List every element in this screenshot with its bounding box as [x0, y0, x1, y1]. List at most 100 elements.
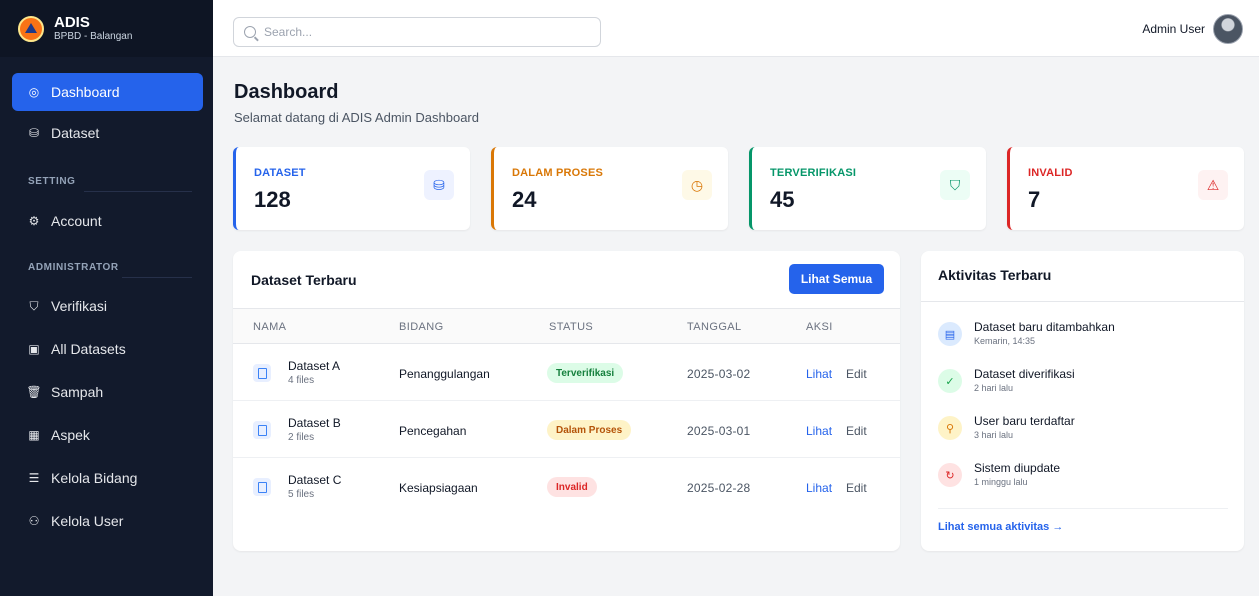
search-icon — [244, 26, 256, 38]
section-divider — [84, 191, 192, 192]
edit-link[interactable]: Edit — [846, 424, 867, 438]
stat-card-dataset[interactable]: DATASET 128 ⛁ — [233, 147, 470, 230]
database-icon: ⛁ — [424, 170, 454, 200]
dataset-bidang: Kesiapsiagaan — [399, 481, 478, 495]
view-link[interactable]: Lihat — [806, 367, 832, 381]
status-badge: Invalid — [547, 477, 597, 497]
activity-time: Kemarin, 14:35 — [974, 336, 1036, 346]
column-header: BIDANG — [399, 321, 444, 333]
sidebar: ADIS BPBD - Balangan ◎ Dashboard ⛁ Datas… — [0, 0, 213, 596]
activity-item[interactable]: ↻ Sistem diupdate 1 minggu lalu — [938, 461, 1228, 501]
sidebar-item-label: Kelola User — [51, 513, 124, 529]
gear-icon: ⚙ — [28, 214, 40, 228]
recent-activity-card: Aktivitas Terbaru ▤ Dataset baru ditamba… — [921, 251, 1244, 551]
sidebar-item-sampah[interactable]: 🗑 Sampah — [12, 373, 203, 411]
activity-item[interactable]: ✓ Dataset diverifikasi 2 hari lalu — [938, 367, 1228, 407]
file-icon — [253, 478, 271, 496]
sidebar-item-dashboard[interactable]: ◎ Dashboard — [12, 73, 203, 111]
file-icon: ▤ — [938, 322, 962, 346]
activity-title: Dataset diverifikasi — [974, 367, 1075, 381]
sidebar-item-aspek[interactable]: ▦ Aspek — [12, 416, 203, 454]
divider — [921, 301, 1244, 302]
activity-item[interactable]: ⚲ User baru terdaftar 3 hari lalu — [938, 414, 1228, 454]
dataset-files: 4 files — [288, 375, 315, 386]
brand-title: ADIS — [54, 13, 90, 31]
recent-datasets-card: Dataset Terbaru Lihat Semua NAMA BIDANG … — [233, 251, 900, 551]
clipboard-icon: ▣ — [28, 342, 40, 356]
sidebar-item-dataset[interactable]: ⛁ Dataset — [12, 114, 203, 152]
activity-title: Dataset baru ditambahkan — [974, 320, 1115, 334]
sidebar-item-label: Aspek — [51, 427, 90, 443]
gauge-icon: ◎ — [28, 85, 40, 99]
stat-label: TERVERIFIKASI — [770, 167, 857, 179]
page-title: Dashboard — [234, 81, 339, 103]
dataset-date: 2025-03-01 — [687, 424, 751, 438]
shield-icon: ⛉ — [29, 299, 39, 313]
clock-icon: ◷ — [682, 170, 712, 200]
column-header: AKSI — [806, 321, 833, 333]
column-header: TANGGAL — [687, 321, 742, 333]
sidebar-item-label: All Datasets — [51, 341, 126, 357]
dataset-files: 2 files — [288, 432, 315, 443]
sidebar-item-account[interactable]: ⚙ Account — [12, 202, 203, 240]
column-header: NAMA — [253, 321, 287, 333]
card-title: Aktivitas Terbaru — [938, 267, 1052, 283]
view-link[interactable]: Lihat — [806, 481, 832, 495]
stat-card-invalid[interactable]: INVALID 7 ⚠ — [1007, 147, 1244, 230]
stat-card-terverifikasi[interactable]: TERVERIFIKASI 45 ⛉ — [749, 147, 986, 230]
stat-label: INVALID — [1028, 167, 1073, 179]
sidebar-item-all-datasets[interactable]: ▣ All Datasets — [12, 330, 203, 368]
check-icon: ✓ — [938, 369, 962, 393]
table-row[interactable]: Dataset B 2 files Pencegahan Dalam Prose… — [233, 401, 900, 458]
edit-link[interactable]: Edit — [846, 481, 867, 495]
sidebar-item-label: Kelola Bidang — [51, 470, 138, 486]
sidebar-item-kelola-user[interactable]: ⚇ Kelola User — [12, 502, 203, 540]
bpbd-logo-icon — [18, 15, 44, 42]
user-plus-icon: ⚲ — [938, 416, 962, 440]
activity-title: Sistem diupdate — [974, 461, 1061, 475]
search-box[interactable] — [233, 17, 601, 47]
file-icon — [253, 364, 271, 382]
sidebar-item-label: Verifikasi — [51, 298, 108, 314]
page-subtitle: Selamat datang di ADIS Admin Dashboard — [234, 110, 479, 125]
table-header: NAMA BIDANG STATUS TANGGAL AKSI — [233, 308, 900, 344]
stat-value: 7 — [1028, 187, 1041, 212]
users-icon: ⚇ — [28, 514, 40, 528]
activity-item[interactable]: ▤ Dataset baru ditambahkan Kemarin, 14:3… — [938, 320, 1228, 360]
edit-link[interactable]: Edit — [846, 367, 867, 381]
avatar[interactable] — [1213, 14, 1243, 44]
table-row[interactable]: Dataset A 4 files Penanggulangan Terveri… — [233, 344, 900, 401]
activity-time: 3 hari lalu — [974, 430, 1014, 440]
shield-icon: ⛉ — [940, 170, 970, 200]
file-icon — [253, 421, 271, 439]
database-icon: ⛁ — [28, 126, 40, 140]
column-header: STATUS — [549, 321, 594, 333]
sidebar-item-verifikasi[interactable]: ⛉ Verifikasi — [12, 287, 203, 325]
brand-subtitle: BPBD - Balangan — [54, 30, 133, 42]
sidebar-item-label: Account — [51, 213, 102, 229]
alert-triangle-icon: ⚠ — [1198, 170, 1228, 200]
stat-card-dalam-proses[interactable]: DALAM PROSES 24 ◷ — [491, 147, 728, 230]
stat-label: DALAM PROSES — [512, 167, 604, 179]
brand[interactable]: ADIS BPBD - Balangan — [0, 0, 213, 57]
dataset-bidang: Pencegahan — [399, 424, 467, 438]
search-input[interactable] — [264, 25, 584, 39]
status-badge: Terverifikasi — [547, 363, 624, 383]
refresh-icon: ↻ — [938, 463, 962, 487]
dataset-name: Dataset A — [288, 359, 341, 373]
stat-label: DATASET — [254, 167, 306, 179]
sidebar-item-kelola-bidang[interactable]: ☰ Kelola Bidang — [12, 459, 203, 497]
sidebar-item-label: Dataset — [51, 125, 100, 141]
user-name: Admin User — [1142, 22, 1205, 36]
section-divider — [122, 277, 192, 278]
view-link[interactable]: Lihat — [806, 424, 832, 438]
dataset-name: Dataset B — [288, 416, 341, 430]
user-menu[interactable]: Admin User — [1142, 14, 1243, 44]
topbar: Admin User — [213, 0, 1259, 57]
stat-value: 45 — [770, 187, 795, 212]
trash-icon: 🗑 — [26, 385, 42, 399]
status-badge: Dalam Proses — [547, 420, 632, 440]
table-row[interactable]: Dataset C 5 files Kesiapsiagaan Invalid … — [233, 458, 900, 515]
view-all-button[interactable]: Lihat Semua — [789, 264, 884, 294]
view-all-activity-link[interactable]: Lihat semua aktivitas → — [938, 521, 1063, 533]
